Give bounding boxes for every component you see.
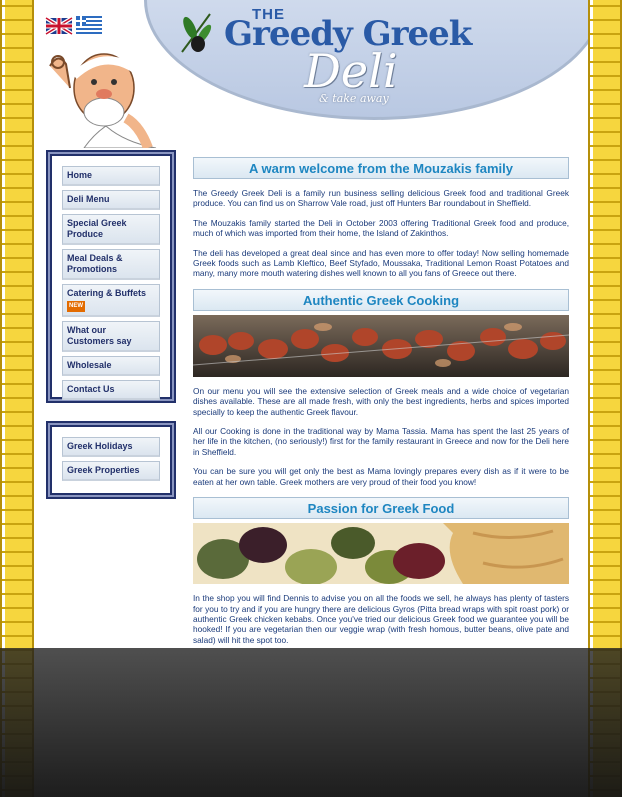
secondary-navigation: Greek Holidays Greek Properties	[46, 421, 176, 499]
nav-item-contact-us[interactable]: Contact Us	[62, 380, 160, 400]
paragraph: The deli has developed a great deal sinc…	[193, 247, 569, 279]
page-reflection	[0, 648, 622, 797]
paragraph: In the shop you will find Dennis to advi…	[193, 593, 569, 645]
olives-bread-photo	[193, 523, 569, 585]
section-title-cooking: Authentic Greek Cooking	[193, 288, 569, 311]
nav-item-special-greek-produce[interactable]: Special Greek Produce	[62, 214, 160, 245]
nav-item-customers-say[interactable]: What our Customers say	[62, 321, 160, 352]
reflection-shade	[0, 648, 622, 797]
greek-mascot-icon	[49, 53, 157, 148]
nav-item-wholesale[interactable]: Wholesale	[62, 356, 160, 376]
section-title-welcome: A warm welcome from the Mouzakis family	[193, 157, 569, 179]
paragraph: The Greedy Greek Deli is a family run bu…	[193, 188, 569, 209]
olive-branch-icon	[181, 13, 212, 53]
nav-item-label: Greek Holidays	[67, 441, 133, 451]
main-navigation: Home Deli Menu Special Greek Produce Mea…	[46, 150, 176, 403]
paragraph: On our menu you will see the extensive s…	[193, 385, 569, 417]
nav-item-greek-holidays[interactable]: Greek Holidays	[62, 437, 160, 457]
nav-item-home[interactable]: Home	[62, 166, 160, 186]
site-header: THE Greedy Greek Deli & take away	[34, 0, 588, 150]
paragraph: All our Cooking is done in the tradition…	[193, 426, 569, 457]
nav-item-label: Greek Properties	[67, 465, 140, 475]
brand-deli: Deli	[304, 44, 398, 98]
nav-item-label: What our Customers say	[67, 325, 132, 346]
main-content: A warm welcome from the Mouzakis family …	[193, 157, 569, 645]
nav-item-deli-menu[interactable]: Deli Menu	[62, 190, 160, 210]
brand-tagline: & take away	[319, 92, 389, 105]
paragraph: You can be sure you will get only the be…	[193, 466, 569, 487]
nav-item-label: Deli Menu	[67, 194, 110, 204]
nav-item-label: Contact Us	[67, 384, 115, 394]
new-badge: NEW	[67, 301, 85, 312]
nav-item-label: Home	[67, 170, 93, 180]
nav-item-label: Special Greek Produce	[67, 218, 127, 239]
nav-item-label: Catering & Buffets	[67, 288, 147, 298]
nav-item-label: Meal Deals & Promotions	[67, 253, 123, 274]
nav-item-catering[interactable]: Catering & Buffets NEW	[62, 284, 160, 317]
paragraph: The Mouzakis family started the Deli in …	[193, 217, 569, 239]
nav-item-greek-properties[interactable]: Greek Properties	[62, 461, 160, 481]
section-title-passion: Passion for Greek Food	[193, 497, 569, 520]
kebab-photo	[193, 314, 569, 377]
nav-item-label: Wholesale	[67, 360, 112, 370]
nav-item-meal-deals[interactable]: Meal Deals & Promotions	[62, 249, 160, 280]
